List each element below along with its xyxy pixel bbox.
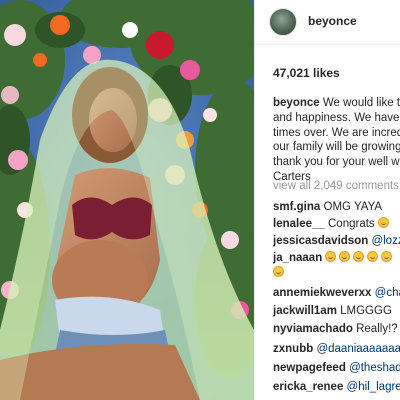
caption-line-2: and happiness. We have b	[273, 111, 400, 124]
likes-count[interactable]: 47,021 likes	[273, 66, 340, 80]
grinning-face-emoji-icon	[339, 251, 351, 262]
comment-username[interactable]: nyviamachado	[273, 323, 353, 335]
comment-item: nyviamachado Really!?	[273, 322, 398, 336]
comment-mention[interactable]: @chans	[375, 287, 400, 299]
comment-username[interactable]: ericka_renee	[273, 381, 343, 393]
grinning-face-emoji-icon	[273, 266, 284, 277]
caption-line-1: We would like to	[322, 97, 400, 109]
comment-item-continuation	[273, 266, 287, 280]
grinning-face-emoji-icon	[367, 251, 379, 262]
comment-text: Really!?	[356, 323, 398, 335]
comment-username[interactable]: jessicasdavidson	[273, 235, 368, 247]
caption-line-5: thank you for your well wis	[273, 156, 400, 169]
post-details-panel: beyonce 47,021 likes beyonce We would li…	[254, 0, 400, 400]
comment-username[interactable]: zxnubb	[273, 343, 313, 355]
post-header: beyonce	[255, 0, 400, 45]
comment-item: ericka_renee @hil_lagrea	[273, 380, 400, 394]
comment-username[interactable]: smf.gina	[273, 201, 320, 213]
comment-mention[interactable]: @lozzan	[371, 235, 400, 247]
comment-item: lenalee__ Congrats	[273, 217, 392, 231]
comment-username[interactable]: jackwill1am	[273, 305, 337, 317]
comment-item: newpagefeed @theshade	[273, 361, 400, 375]
comment-item: jessicasdavidson @lozzan	[273, 234, 400, 248]
comment-username[interactable]: ja_naaan	[273, 252, 322, 264]
caption-username[interactable]: beyonce	[273, 97, 320, 109]
comment-text: OMG YAYA	[323, 201, 383, 213]
caption-line-4: our family will be growing	[273, 141, 400, 154]
comment-item: ja_naaan	[273, 251, 395, 265]
comment-mention[interactable]: @theshade	[349, 362, 400, 374]
comment-item: zxnubb @daaniaaaaaaa	[273, 342, 400, 356]
comment-username[interactable]: newpagefeed	[273, 362, 346, 374]
view-all-comments-link[interactable]: view all 2,049 comments	[273, 180, 399, 192]
grinning-face-emoji-icon	[381, 251, 393, 262]
smiling-face-emoji-icon	[377, 217, 389, 228]
comment-username[interactable]: lenalee__	[273, 218, 325, 230]
caption-line-3: times over. We are incredi	[273, 126, 400, 139]
comment-text: LMGGGG	[340, 305, 392, 317]
avatar[interactable]	[269, 8, 297, 36]
grinning-face-emoji-icon	[353, 251, 365, 262]
comment-item: annemiekweverxx @chans	[273, 286, 400, 300]
comment-username[interactable]: annemiekweverxx	[273, 287, 371, 299]
post-photo[interactable]	[0, 0, 254, 400]
grinning-face-emoji-icon	[325, 251, 337, 262]
post-caption: beyonce We would like to and happiness. …	[273, 96, 400, 185]
comment-item: smf.gina OMG YAYA	[273, 200, 382, 214]
post-photo-art	[0, 0, 254, 400]
comment-text: Congrats	[328, 218, 375, 230]
profile-username[interactable]: beyonce	[308, 14, 357, 28]
comment-mention[interactable]: @daaniaaaaaaa	[316, 343, 400, 355]
comment-item: jackwill1am LMGGGG	[273, 304, 392, 318]
comment-mention[interactable]: @hil_lagrea	[347, 381, 400, 393]
